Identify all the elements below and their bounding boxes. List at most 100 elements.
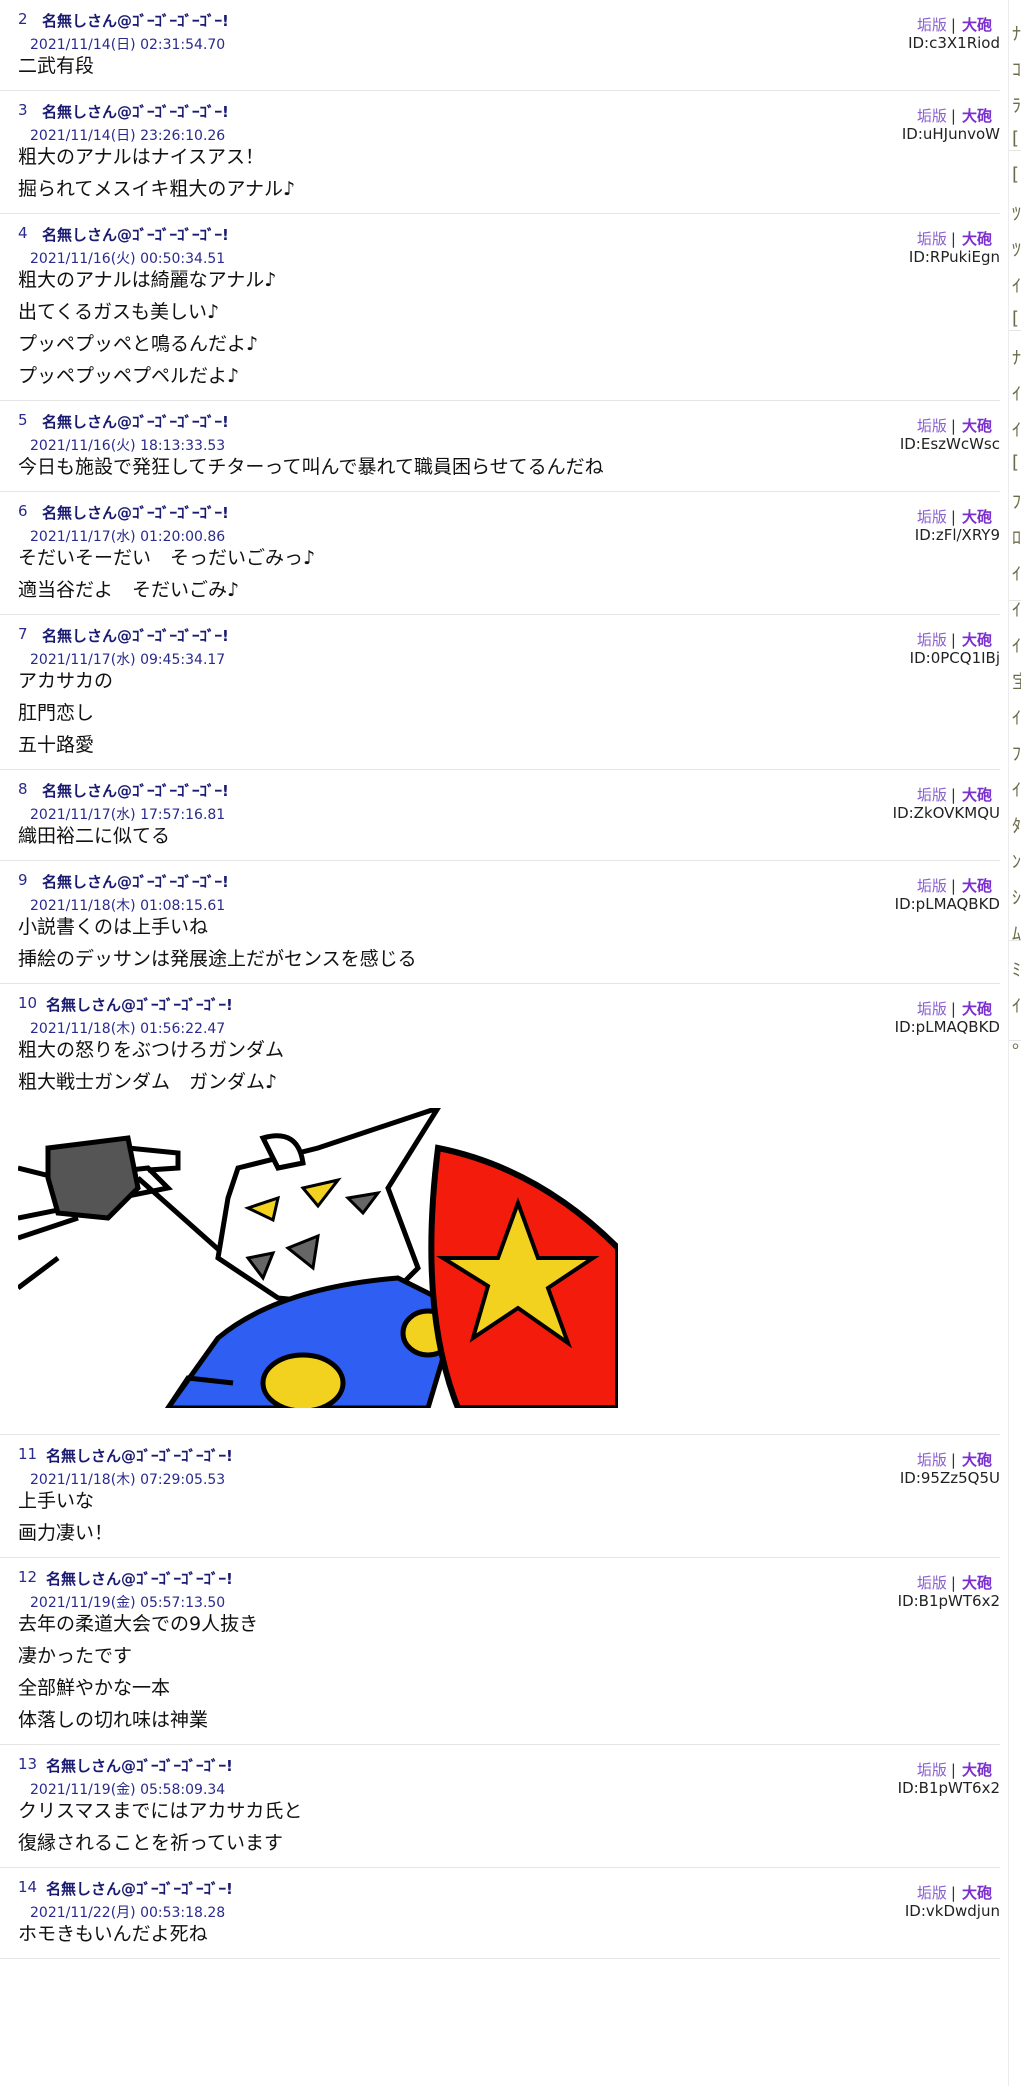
post-line: アカサカの xyxy=(18,670,114,692)
post: 10 名無しさん@ｺﾞｰｺﾞｰｺﾞｰｺﾞｰ! 2021/11/18(木) 01:56… xyxy=(0,984,1000,1435)
poster-id[interactable]: ID:B1pWT6x2 xyxy=(898,1779,1000,1797)
poster-id[interactable]: ID:0PCQ1IBj xyxy=(910,649,1000,667)
link-separator: | xyxy=(950,631,956,649)
post-body: 粗大のアナルはナイスアス！ 掘られてメスイキ粗大のアナル♪ xyxy=(18,141,1000,205)
sidebar-glyph: ﾛ xyxy=(1012,528,1021,549)
post-body: ホモきもいんだよ死ね xyxy=(18,1918,1000,1950)
post-number[interactable]: 6 xyxy=(18,502,28,520)
post-header: 13 名無しさん@ｺﾞｰｺﾞｰｺﾞｰｺﾞｰ! 2021/11/19(金) 05:58… xyxy=(18,1751,1000,1798)
sidebar-glyph: ｲ xyxy=(1012,996,1021,1017)
cannon-link[interactable]: 大砲 xyxy=(962,508,992,526)
link-separator: | xyxy=(950,1574,956,1592)
res-link[interactable]: 垢版 xyxy=(917,786,947,804)
post-line: ホモきもいんだよ死ね xyxy=(18,1923,208,1945)
post-number[interactable]: 9 xyxy=(18,871,28,889)
post-number[interactable]: 13 xyxy=(18,1755,37,1773)
poster-id[interactable]: ID:EszWcWsc xyxy=(900,435,1000,453)
post-number[interactable]: 3 xyxy=(18,101,28,119)
sidebar-divider xyxy=(1009,1040,1021,1041)
post-date: 2021/11/14(日) 02:31:54.70 xyxy=(30,37,226,53)
post: 11 名無しさん@ｺﾞｰｺﾞｰｺﾞｰｺﾞｰ! 2021/11/18(木) 07:29… xyxy=(0,1435,1000,1558)
post-number[interactable]: 5 xyxy=(18,411,28,429)
poster-name: 名無しさん@ｺﾞｰｺﾞｰｺﾞｰｺﾞｰ! xyxy=(42,627,229,645)
post-number[interactable]: 12 xyxy=(18,1568,37,1586)
poster-id[interactable]: ID:95Zz5Q5U xyxy=(900,1469,1000,1487)
post-actions: 垢版 | 大砲 xyxy=(917,14,1000,35)
res-link[interactable]: 垢版 xyxy=(917,1574,947,1592)
res-link[interactable]: 垢版 xyxy=(917,16,947,34)
post-number[interactable]: 14 xyxy=(18,1878,37,1896)
poster-id[interactable]: ID:pLMAQBKD xyxy=(895,895,1000,913)
post: 3 名無しさん@ｺﾞｰｺﾞｰｺﾞｰｺﾞｰ! 2021/11/14(日) 23:26:… xyxy=(0,91,1000,214)
res-link[interactable]: 垢版 xyxy=(917,230,947,248)
poster-id[interactable]: ID:pLMAQBKD xyxy=(895,1018,1000,1036)
post-line: 上手いな xyxy=(18,1490,95,1512)
post-number[interactable]: 10 xyxy=(18,994,37,1012)
sidebar-glyph: ﾝ xyxy=(1012,852,1021,873)
cannon-link[interactable]: 大砲 xyxy=(962,1574,992,1592)
res-link[interactable]: 垢版 xyxy=(917,877,947,895)
res-link[interactable]: 垢版 xyxy=(917,1451,947,1469)
post-body: 粗大の怒りをぶつけろガンダム 粗大戦士ガンダム ガンダム♪ xyxy=(18,1034,1000,1098)
post: 14 名無しさん@ｺﾞｰｺﾞｰｺﾞｰｺﾞｰ! 2021/11/22(月) 00:53… xyxy=(0,1868,1000,1959)
post-body: 去年の柔道大会での9人抜き 凄かったです 全部鮮やかな一本 体落しの切れ味は神業 xyxy=(18,1608,1000,1736)
poster-id[interactable]: ID:B1pWT6x2 xyxy=(898,1592,1000,1610)
poster-id[interactable]: ID:ZkOVKMQU xyxy=(893,804,1000,822)
right-sidebar: ﾅｺﾗ[[ﾂﾂｲ[ﾅｲｲ[ﾌﾛｲｲｲ宝ｲﾌｲﾀﾝｼﾑﾐｲ。 xyxy=(1008,0,1021,2086)
post-body: そだいそーだい そっだいごみっ♪ 適当谷だよ そだいごみ♪ xyxy=(18,542,1000,606)
sidebar-glyph: ｺ xyxy=(1012,60,1021,81)
post-actions: 垢版 | 大砲 xyxy=(917,228,1000,249)
cannon-link[interactable]: 大砲 xyxy=(962,1761,992,1779)
post-actions: 垢版 | 大砲 xyxy=(917,506,1000,527)
post: 7 名無しさん@ｺﾞｰｺﾞｰｺﾞｰｺﾞｰ! 2021/11/17(水) 09:45:… xyxy=(0,615,1000,770)
post-date: 2021/11/18(木) 07:29:05.53 xyxy=(30,1472,226,1488)
poster-id[interactable]: ID:uHJunvoW xyxy=(902,125,1000,143)
post-date: 2021/11/19(金) 05:57:13.50 xyxy=(30,1595,226,1611)
post-number[interactable]: 4 xyxy=(18,224,28,242)
sidebar-glyph: ｲ xyxy=(1012,708,1021,729)
post-line: 今日も施設で発狂してチターって叫んで暴れて職員困らせてるんだね xyxy=(18,456,604,478)
poster-id[interactable]: ID:vkDwdjun xyxy=(905,1902,1000,1920)
post-header: 2 名無しさん@ｺﾞｰｺﾞｰｺﾞｰｺﾞｰ! 2021/11/14(日) 02:31:… xyxy=(18,6,1000,53)
res-link[interactable]: 垢版 xyxy=(917,417,947,435)
link-separator: | xyxy=(950,508,956,526)
cannon-link[interactable]: 大砲 xyxy=(962,1000,992,1018)
post: 12 名無しさん@ｺﾞｰｺﾞｰｺﾞｰｺﾞｰ! 2021/11/19(金) 05:57… xyxy=(0,1558,1000,1745)
post-image-gundam-drawing[interactable] xyxy=(16,1103,1000,1414)
cannon-link[interactable]: 大砲 xyxy=(962,877,992,895)
cannon-link[interactable]: 大砲 xyxy=(962,107,992,125)
cannon-link[interactable]: 大砲 xyxy=(962,230,992,248)
poster-id[interactable]: ID:zFl/XRY9 xyxy=(915,526,1000,544)
post-line: 出てくるガスも美しい♪ xyxy=(18,301,220,323)
sidebar-glyph: ﾂ xyxy=(1012,204,1021,225)
post-number[interactable]: 2 xyxy=(18,10,28,28)
link-separator: | xyxy=(950,1761,956,1779)
post-number[interactable]: 11 xyxy=(18,1445,37,1463)
res-link[interactable]: 垢版 xyxy=(917,107,947,125)
res-link[interactable]: 垢版 xyxy=(917,1000,947,1018)
post-number[interactable]: 8 xyxy=(18,780,28,798)
post-date: 2021/11/17(水) 09:45:34.17 xyxy=(30,652,226,668)
sidebar-glyph: ﾂ xyxy=(1012,240,1021,261)
res-link[interactable]: 垢版 xyxy=(917,508,947,526)
post: 13 名無しさん@ｺﾞｰｺﾞｰｺﾞｰｺﾞｰ! 2021/11/19(金) 05:58… xyxy=(0,1745,1000,1868)
post-actions: 垢版 | 大砲 xyxy=(917,105,1000,126)
post-number[interactable]: 7 xyxy=(18,625,28,643)
sidebar-glyph: [ xyxy=(1012,128,1020,149)
cannon-link[interactable]: 大砲 xyxy=(962,631,992,649)
res-link[interactable]: 垢版 xyxy=(917,1761,947,1779)
cannon-link[interactable]: 大砲 xyxy=(962,1884,992,1902)
poster-id[interactable]: ID:RPukiEgn xyxy=(909,248,1000,266)
poster-id[interactable]: ID:c3X1Riod xyxy=(908,34,1000,52)
post-header: 5 名無しさん@ｺﾞｰｺﾞｰｺﾞｰｺﾞｰ! 2021/11/16(火) 18:13:… xyxy=(18,407,1000,454)
res-link[interactable]: 垢版 xyxy=(917,631,947,649)
cannon-link[interactable]: 大砲 xyxy=(962,786,992,804)
cannon-link[interactable]: 大砲 xyxy=(962,1451,992,1469)
cannon-link[interactable]: 大砲 xyxy=(962,16,992,34)
post-date: 2021/11/17(水) 01:20:00.86 xyxy=(30,529,226,545)
post-line: 粗大のアナルはナイスアス！ xyxy=(18,146,265,168)
post-header: 8 名無しさん@ｺﾞｰｺﾞｰｺﾞｰｺﾞｰ! 2021/11/17(水) 17:57:… xyxy=(18,776,1000,823)
post-header: 9 名無しさん@ｺﾞｰｺﾞｰｺﾞｰｺﾞｰ! 2021/11/18(木) 01:08:… xyxy=(18,867,1000,914)
cannon-link[interactable]: 大砲 xyxy=(962,417,992,435)
res-link[interactable]: 垢版 xyxy=(917,1884,947,1902)
